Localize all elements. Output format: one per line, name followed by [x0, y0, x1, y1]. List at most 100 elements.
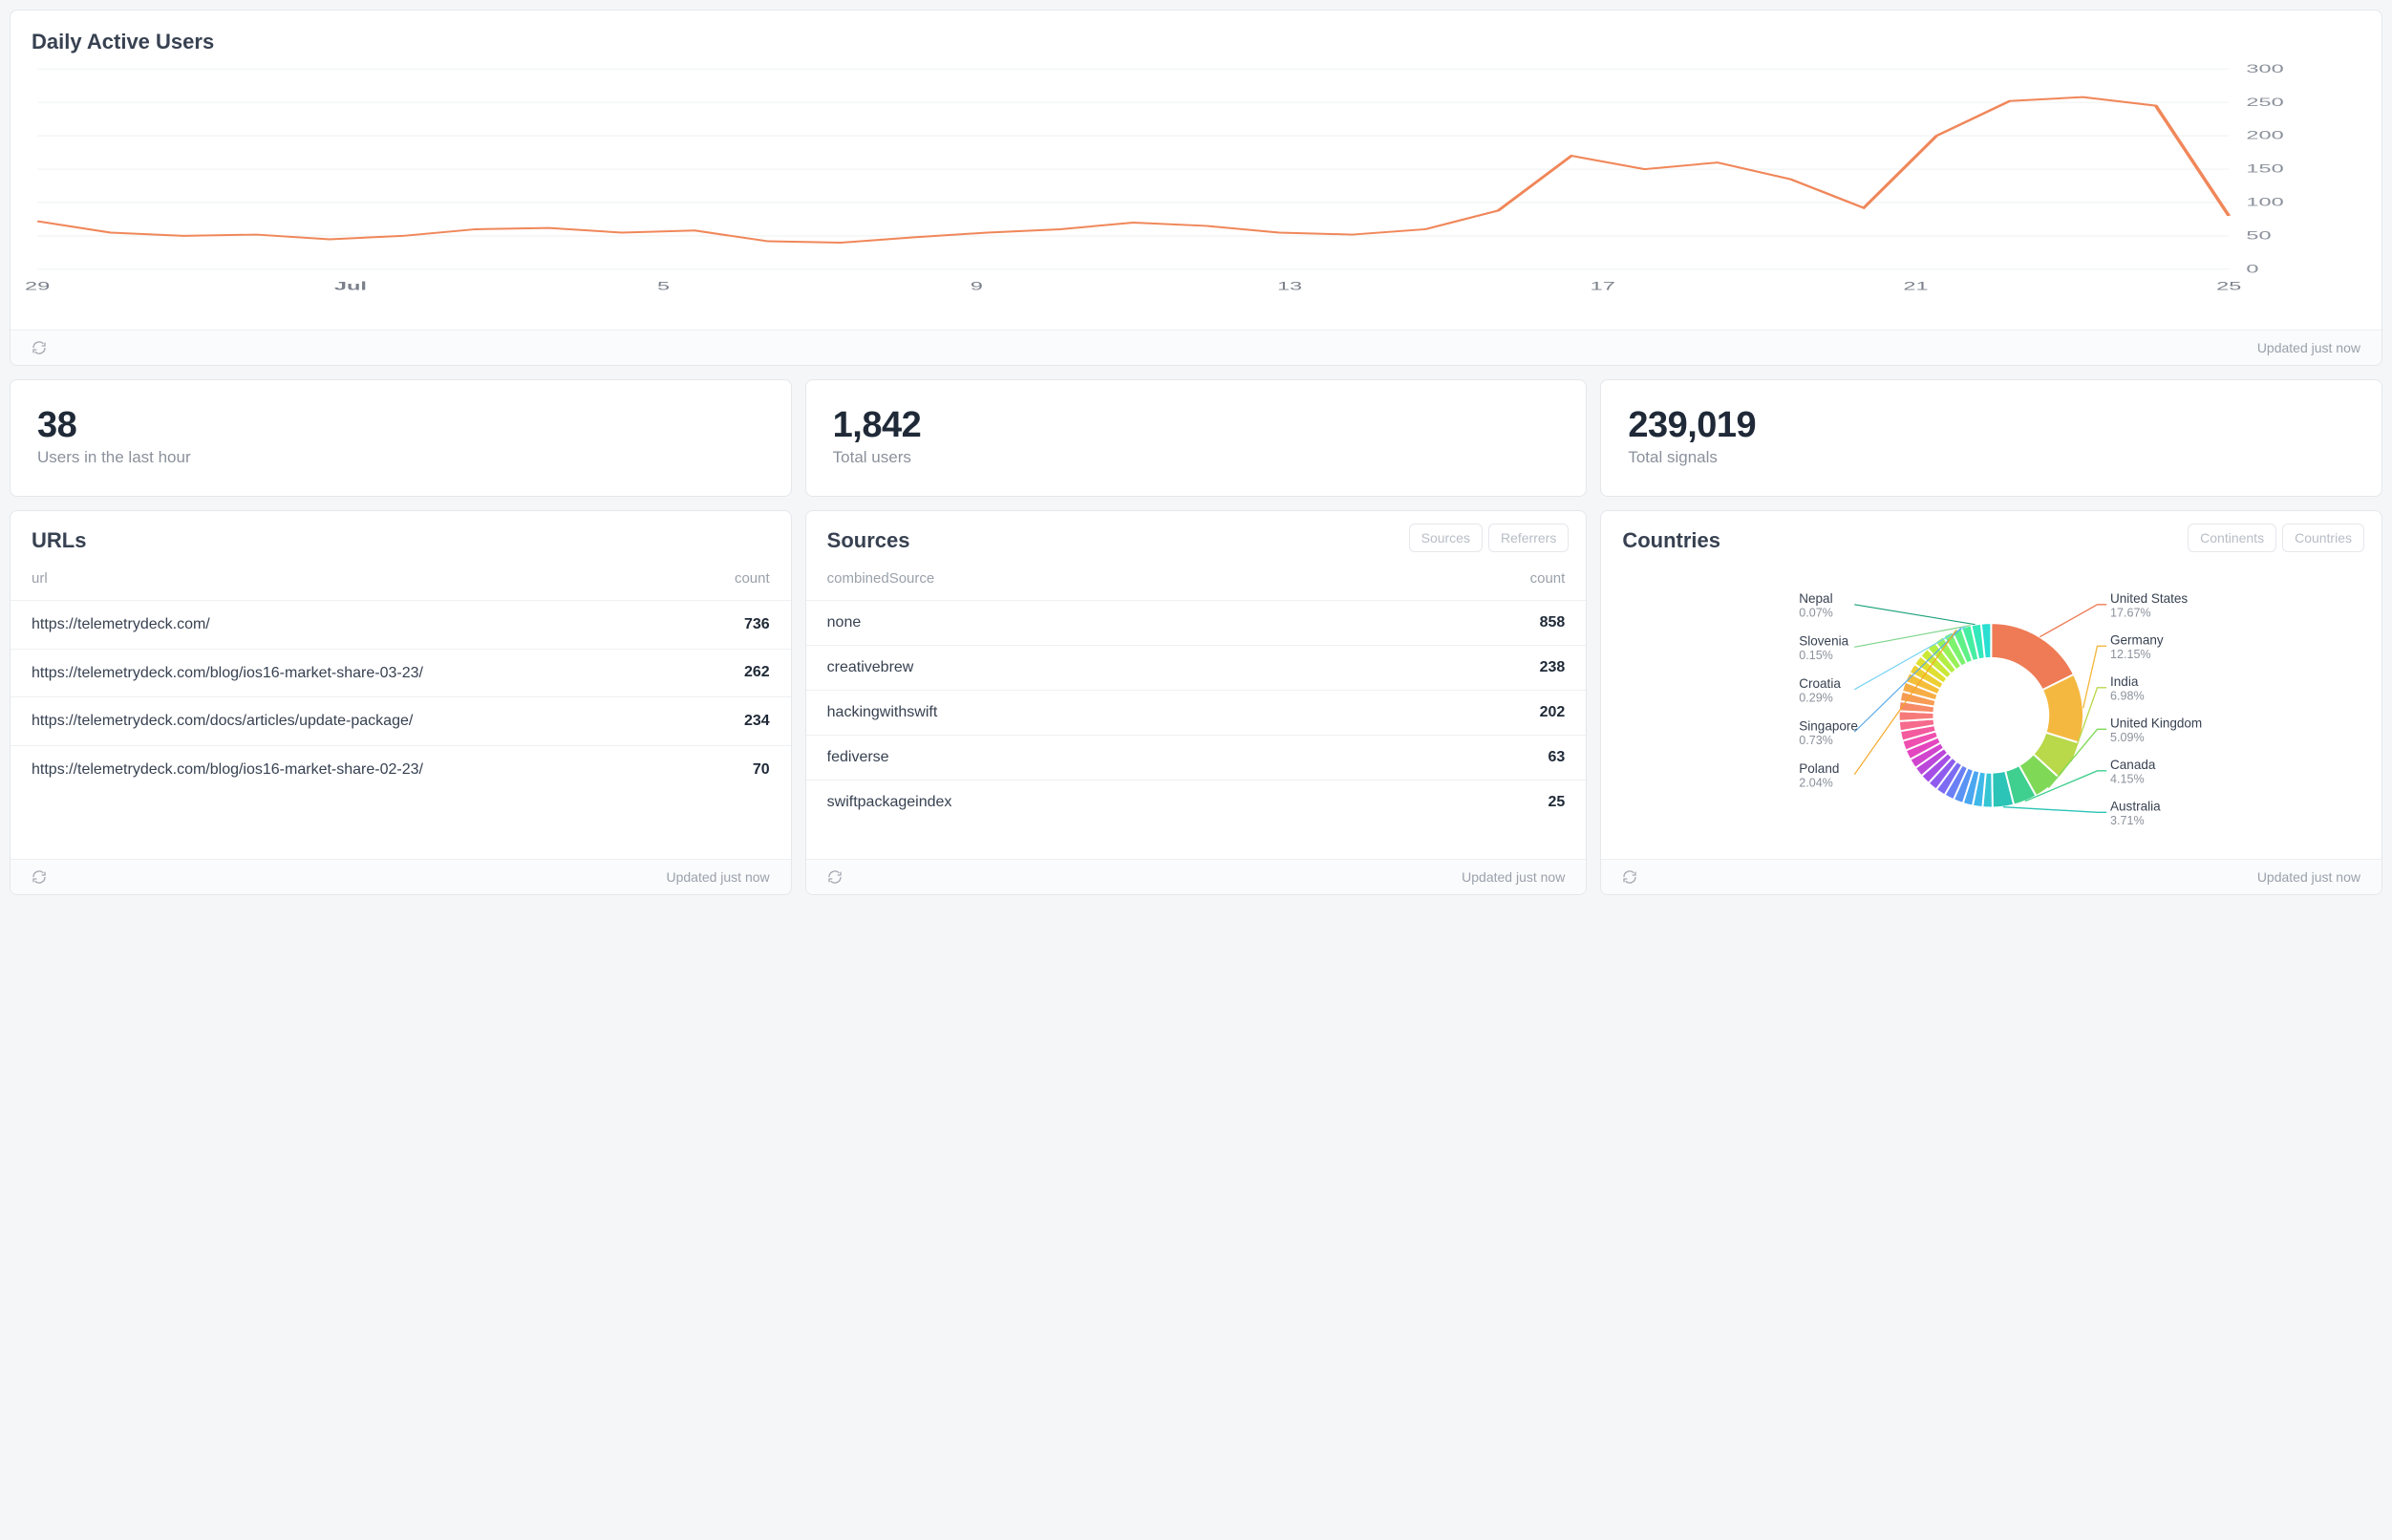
svg-text:India: India — [2110, 674, 2139, 689]
urls-col-url: url — [11, 565, 626, 601]
dau-footer: Updated just now — [11, 330, 2381, 365]
source-cell: fediverse — [806, 736, 1340, 781]
svg-text:13: 13 — [1277, 280, 1302, 292]
count-cell: 238 — [1339, 646, 1586, 691]
svg-text:4.15%: 4.15% — [2110, 772, 2145, 785]
url-cell: https://telemetrydeck.com/blog/ios16-mar… — [11, 649, 626, 697]
count-cell: 63 — [1339, 736, 1586, 781]
svg-text:0.07%: 0.07% — [1800, 606, 1834, 619]
countries-title: Countries — [1601, 511, 1741, 565]
svg-text:Croatia: Croatia — [1800, 676, 1842, 691]
svg-text:0.73%: 0.73% — [1800, 734, 1834, 747]
svg-text:Germany: Germany — [2110, 632, 2164, 647]
svg-text:0: 0 — [2246, 263, 2258, 275]
btn-referrers[interactable]: Referrers — [1488, 524, 1569, 552]
sources-title: Sources — [806, 511, 931, 565]
svg-text:17: 17 — [1591, 280, 1615, 292]
source-cell: creativebrew — [806, 646, 1340, 691]
svg-text:17.67%: 17.67% — [2110, 606, 2151, 619]
url-cell: https://telemetrydeck.com/blog/ios16-mar… — [11, 745, 626, 793]
sources-toggle: Sources Referrers — [1409, 524, 1570, 552]
svg-text:100: 100 — [2246, 196, 2283, 208]
stat-last-hour: 38 Users in the last hour — [10, 379, 792, 497]
svg-text:5: 5 — [657, 280, 670, 292]
table-row: swiftpackageindex25 — [806, 781, 1587, 825]
btn-sources[interactable]: Sources — [1409, 524, 1483, 552]
dau-title: Daily Active Users — [11, 11, 2381, 62]
svg-text:United Kingdom: United Kingdom — [2110, 716, 2202, 730]
svg-text:300: 300 — [2246, 62, 2283, 75]
url-cell: https://telemetrydeck.com/docs/articles/… — [11, 697, 626, 746]
table-row: hackingwithswift202 — [806, 691, 1587, 736]
btn-countries[interactable]: Countries — [2282, 524, 2364, 552]
sources-card: Sources Sources Referrers combinedSource… — [805, 510, 1588, 895]
stat-value: 1,842 — [833, 405, 1560, 446]
refresh-icon[interactable] — [1622, 869, 1637, 885]
count-cell: 70 — [626, 745, 791, 793]
dau-updated: Updated just now — [2257, 340, 2360, 355]
svg-text:0.29%: 0.29% — [1800, 691, 1834, 704]
svg-text:12.15%: 12.15% — [2110, 648, 2151, 661]
stat-label: Users in the last hour — [37, 448, 764, 467]
btn-continents[interactable]: Continents — [2188, 524, 2276, 552]
table-row: https://telemetrydeck.com/blog/ios16-mar… — [11, 745, 791, 793]
stat-value: 38 — [37, 405, 764, 446]
count-cell: 736 — [626, 601, 791, 650]
svg-text:Nepal: Nepal — [1800, 591, 1833, 606]
svg-text:250: 250 — [2246, 96, 2283, 108]
bottom-row: URLs url count https://telemetrydeck.com… — [10, 510, 2382, 895]
refresh-icon[interactable] — [827, 869, 843, 885]
svg-text:Jul: Jul — [334, 280, 367, 292]
dau-chart: 05010015020025030029Jul5913172125 — [11, 62, 2381, 330]
urls-title: URLs — [11, 511, 791, 565]
table-row: https://telemetrydeck.com/blog/ios16-mar… — [11, 649, 791, 697]
count-cell: 858 — [1339, 601, 1586, 646]
urls-table: url count https://telemetrydeck.com/736h… — [11, 565, 791, 793]
table-row: none858 — [806, 601, 1587, 646]
source-cell: none — [806, 601, 1340, 646]
source-cell: hackingwithswift — [806, 691, 1340, 736]
sources-table: combinedSource count none858creativebrew… — [806, 565, 1587, 824]
sources-footer: Updated just now — [806, 859, 1587, 894]
refresh-icon[interactable] — [32, 340, 47, 355]
svg-text:0.15%: 0.15% — [1800, 649, 1834, 662]
table-row: creativebrew238 — [806, 646, 1587, 691]
svg-text:5.09%: 5.09% — [2110, 731, 2145, 744]
table-row: https://telemetrydeck.com/docs/articles/… — [11, 697, 791, 746]
countries-footer: Updated just now — [1601, 859, 2381, 894]
svg-text:6.98%: 6.98% — [2110, 689, 2145, 702]
count-cell: 234 — [626, 697, 791, 746]
urls-footer: Updated just now — [11, 859, 791, 894]
sources-updated: Updated just now — [1462, 869, 1565, 885]
svg-text:25: 25 — [2216, 280, 2241, 292]
stat-value: 239,019 — [1628, 405, 2355, 446]
dau-card: Daily Active Users 05010015020025030029J… — [10, 10, 2382, 366]
urls-col-count: count — [626, 565, 791, 601]
svg-text:21: 21 — [1903, 280, 1928, 292]
svg-text:2.04%: 2.04% — [1800, 776, 1834, 789]
table-row: fediverse63 — [806, 736, 1587, 781]
refresh-icon[interactable] — [32, 869, 47, 885]
svg-text:Australia: Australia — [2110, 799, 2161, 813]
svg-text:Canada: Canada — [2110, 758, 2156, 772]
urls-card: URLs url count https://telemetrydeck.com… — [10, 510, 792, 895]
stat-total-signals: 239,019 Total signals — [1600, 379, 2382, 497]
table-row: https://telemetrydeck.com/736 — [11, 601, 791, 650]
svg-text:150: 150 — [2246, 162, 2283, 175]
stat-label: Total signals — [1628, 448, 2355, 467]
countries-updated: Updated just now — [2257, 869, 2360, 885]
countries-card: Countries Continents Countries United St… — [1600, 510, 2382, 895]
countries-toggle: Continents Countries — [2188, 524, 2364, 552]
svg-text:50: 50 — [2246, 229, 2271, 242]
svg-text:9: 9 — [971, 280, 983, 292]
sources-col-count: count — [1339, 565, 1586, 601]
count-cell: 25 — [1339, 781, 1586, 825]
countries-donut: United States17.67%Germany12.15%India6.9… — [1601, 565, 2381, 859]
stat-total-users: 1,842 Total users — [805, 379, 1588, 497]
count-cell: 202 — [1339, 691, 1586, 736]
stats-row: 38 Users in the last hour 1,842 Total us… — [10, 379, 2382, 497]
svg-text:Slovenia: Slovenia — [1800, 633, 1849, 648]
svg-text:Poland: Poland — [1800, 761, 1840, 776]
svg-text:3.71%: 3.71% — [2110, 814, 2145, 827]
urls-updated: Updated just now — [666, 869, 769, 885]
